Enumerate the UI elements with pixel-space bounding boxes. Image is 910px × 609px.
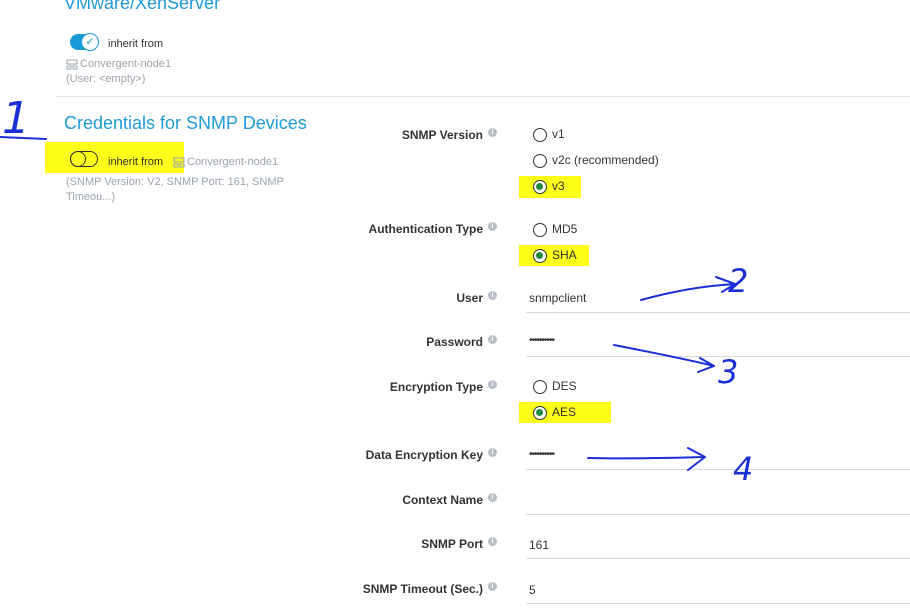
radio-button-selected[interactable] [533, 179, 547, 194]
data-key-label: Data Encryption Key i [357, 448, 497, 462]
info-icon: i [488, 222, 497, 231]
info-icon: i [488, 335, 497, 344]
auth-type-label: Authentication Type i [357, 222, 497, 236]
annotation-arrow-3 [613, 344, 715, 373]
info-icon: i [488, 380, 497, 389]
section-divider [56, 96, 910, 97]
vmware-section-title: VMware/XenServer [64, 0, 221, 13]
info-icon: i [488, 128, 497, 137]
radio-button[interactable] [533, 222, 547, 237]
radio-v3[interactable]: v3 [533, 178, 565, 196]
snmp-port-label: SNMP Port i [357, 537, 497, 551]
user-input-underline [526, 312, 910, 313]
snmp-version-label: SNMP Version i [357, 128, 497, 142]
node-icon [66, 59, 78, 70]
encryption-type-label: Encryption Type i [357, 380, 497, 394]
snmp-inherit-node: Convergent-node1 [173, 155, 278, 170]
context-name-label: Context Name i [357, 493, 497, 507]
user-label: User i [357, 291, 497, 305]
toggle-knob [70, 150, 86, 167]
annotation-arrow-4 [587, 447, 706, 471]
info-icon: i [488, 291, 497, 300]
annotation-number-3: 3 [718, 353, 738, 391]
info-icon: i [488, 582, 497, 591]
password-input-underline [526, 356, 910, 357]
radio-md5[interactable]: MD5 [533, 221, 577, 239]
radio-button[interactable] [533, 153, 547, 168]
vmware-node-name: Convergent-node1 [80, 58, 172, 70]
user-input[interactable]: snmpclient [529, 291, 586, 305]
snmp-summary-line1: (SNMP Version: V2, SNMP Port: 161, SNMP [66, 176, 284, 188]
data-key-input[interactable]: •••••••••• [529, 449, 555, 460]
vmware-inherit-node: Convergent-node1 [66, 57, 171, 72]
snmp-summary-line2: Timeou...) [66, 191, 116, 203]
node-icon [173, 157, 185, 168]
context-name-input-underline [526, 514, 910, 515]
annotation-number-1: 1 [2, 93, 30, 144]
radio-sha[interactable]: SHA [533, 247, 577, 265]
annotation-number-2: 2 [728, 262, 748, 300]
annotation-arrow-2 [640, 276, 736, 301]
password-input[interactable]: •••••••••• [529, 335, 555, 346]
radio-v2c[interactable]: v2c (recommended) [533, 152, 659, 170]
snmp-section-title: Credentials for SNMP Devices [64, 113, 307, 133]
annotation-underline-1 [0, 136, 47, 140]
snmp-port-input[interactable]: 161 [529, 538, 549, 552]
snmp-port-input-underline [526, 558, 910, 559]
radio-button-selected[interactable] [533, 405, 547, 420]
info-icon: i [488, 493, 497, 502]
vmware-inherit-label: inherit from [108, 38, 164, 50]
snmp-node-name: Convergent-node1 [187, 156, 279, 168]
vmware-summary: (User: <empty>) [66, 73, 146, 85]
snmp-timeout-input[interactable]: 5 [529, 583, 536, 597]
data-key-input-underline [526, 469, 910, 470]
radio-des[interactable]: DES [533, 378, 577, 396]
info-icon: i [488, 448, 497, 457]
radio-v1[interactable]: v1 [533, 126, 565, 144]
info-icon: i [488, 537, 497, 546]
radio-button[interactable] [533, 379, 547, 394]
radio-button-selected[interactable] [533, 248, 547, 263]
radio-aes[interactable]: AES [533, 404, 576, 422]
snmp-inherit-label: inherit from [108, 156, 164, 168]
password-label: Password i [357, 335, 497, 349]
vmware-inherit-toggle[interactable]: ✓ [70, 33, 99, 51]
snmp-timeout-label: SNMP Timeout (Sec.) i [357, 582, 497, 596]
check-icon: ✓ [81, 33, 99, 51]
snmp-timeout-input-underline [526, 603, 910, 604]
radio-button[interactable] [533, 127, 547, 142]
snmp-inherit-toggle[interactable] [70, 150, 98, 167]
